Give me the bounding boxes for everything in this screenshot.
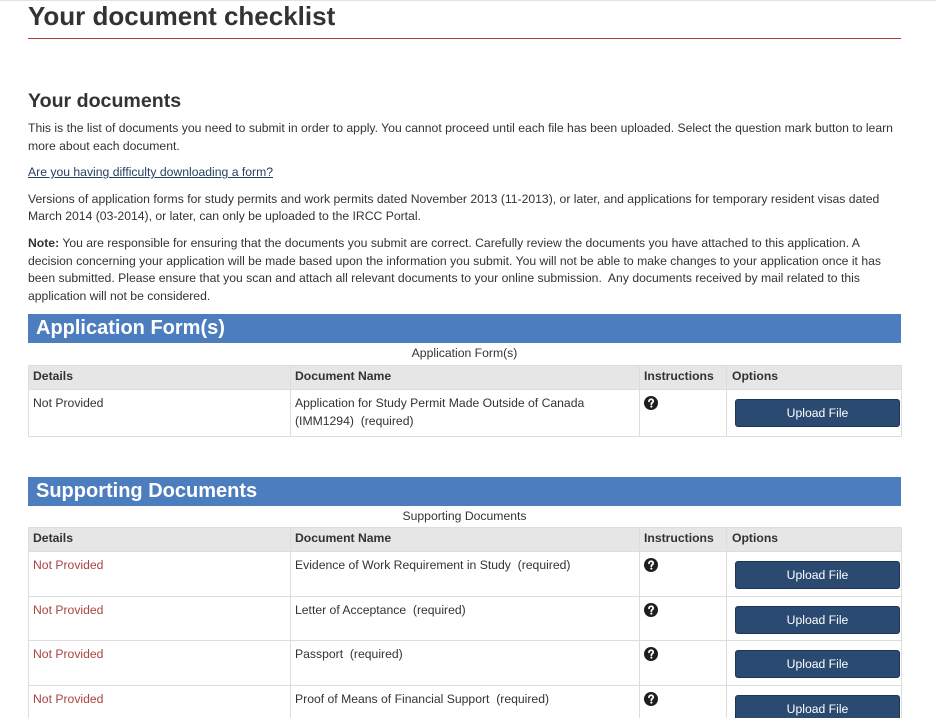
- document-row: Not Provided Application for Study Permi…: [28, 389, 902, 437]
- instructions-cell: [639, 389, 727, 437]
- details-cell: Not Provided: [28, 595, 291, 642]
- instructions-help-button[interactable]: [644, 396, 658, 411]
- upload-file-button[interactable]: Upload File: [735, 399, 900, 428]
- options-cell: Upload File: [726, 595, 902, 642]
- instructions-help-button[interactable]: [644, 602, 658, 617]
- question-circle-icon: [644, 602, 658, 617]
- question-circle-icon: [644, 691, 658, 706]
- document-name-cell: Application for Study Permit Made Outsid…: [290, 389, 640, 437]
- details-cell: Not Provided: [28, 684, 291, 718]
- question-circle-icon: [644, 396, 658, 411]
- table-header-row: Details Document Name Instructions Optio…: [28, 527, 902, 553]
- column-header-instructions: Instructions: [639, 365, 727, 391]
- document-name-cell: Passport (required): [290, 640, 640, 686]
- document-name: Application for Study Permit Made Outsid…: [295, 396, 588, 428]
- column-header-instructions: Instructions: [639, 527, 727, 553]
- table-header-row: Details Document Name Instructions Optio…: [28, 365, 902, 391]
- column-header-document-name: Document Name: [290, 365, 640, 391]
- instructions-cell: [639, 640, 727, 686]
- document-name: Passport (required): [295, 647, 403, 662]
- main-content: Your document checklist Your documents T…: [28, 1, 902, 718]
- upload-file-button[interactable]: Upload File: [735, 694, 900, 718]
- application-forms-section: Application Form(s) Application Form(s) …: [28, 314, 902, 437]
- intro-text: This is the list of documents you need t…: [28, 121, 893, 153]
- column-header-options: Options: [726, 365, 902, 391]
- status-text: Not Provided: [33, 558, 104, 573]
- instructions-help-button[interactable]: [644, 558, 658, 573]
- help-link-paragraph: Are you having difficulty downloading a …: [28, 164, 901, 182]
- table-caption: Supporting Documents: [402, 508, 527, 523]
- column-header-details: Details: [28, 365, 291, 391]
- options-cell: Upload File: [726, 684, 902, 718]
- document-row: Not Provided Passport (required) Upload …: [28, 640, 902, 686]
- document-row: Not Provided Proof of Means of Financial…: [28, 684, 902, 718]
- instructions-help-button[interactable]: [644, 691, 658, 706]
- note-label: Note:: [28, 235, 60, 250]
- document-checklist-page: Your document checklist Your documents T…: [0, 0, 936, 718]
- status-text: Not Provided: [33, 691, 104, 706]
- document-name-cell: Evidence of Work Requirement in Study (r…: [290, 551, 640, 597]
- column-header-document-name: Document Name: [290, 527, 640, 553]
- documents-heading: Your documents: [28, 90, 182, 112]
- documents-table: Details Document Name Instructions Optio…: [28, 365, 902, 437]
- details-cell: Not Provided: [28, 640, 291, 686]
- document-row: Not Provided Letter of Acceptance (requi…: [28, 595, 902, 642]
- instructions-help-button[interactable]: [644, 647, 658, 662]
- document-name: Letter of Acceptance (required): [295, 602, 466, 617]
- section-heading: Application Form(s): [28, 314, 901, 344]
- document-row: Not Provided Evidence of Work Requiremen…: [28, 551, 902, 597]
- document-name-cell: Letter of Acceptance (required): [290, 595, 640, 642]
- options-cell: Upload File: [726, 389, 902, 437]
- page-title: Your document checklist: [28, 1, 901, 39]
- upload-file-button[interactable]: Upload File: [735, 605, 900, 634]
- document-name: Evidence of Work Requirement in Study (r…: [295, 558, 571, 573]
- portal-versions-note: Versions of application forms for study …: [28, 191, 880, 224]
- details-cell: Not Provided: [28, 389, 291, 437]
- status-text: Not Provided: [33, 647, 104, 662]
- upload-file-button[interactable]: Upload File: [735, 561, 900, 590]
- details-cell: Not Provided: [28, 551, 291, 597]
- column-header-options: Options: [726, 527, 902, 553]
- column-header-details: Details: [28, 527, 291, 553]
- documents-table: Details Document Name Instructions Optio…: [28, 527, 902, 718]
- document-name-cell: Proof of Means of Financial Support (req…: [290, 684, 640, 718]
- supporting-documents-section: Supporting Documents Supporting Document…: [28, 476, 902, 718]
- section-heading: Supporting Documents: [28, 476, 901, 506]
- instructions-cell: [639, 684, 727, 718]
- instructions-cell: [639, 551, 727, 597]
- status-text: Not Provided: [33, 602, 104, 617]
- document-name: Proof of Means of Financial Support (req…: [295, 691, 550, 706]
- note-text: You are responsible for ensuring that th…: [28, 235, 885, 303]
- upload-file-button[interactable]: Upload File: [735, 650, 900, 679]
- form-download-help-link[interactable]: Are you having difficulty downloading a …: [28, 165, 273, 179]
- table-caption: Application Form(s): [411, 346, 518, 361]
- note-paragraph: Note: You are responsible for ensuring t…: [28, 235, 901, 305]
- instructions-cell: [639, 595, 727, 642]
- status-text: Not Provided: [33, 396, 104, 411]
- options-cell: Upload File: [726, 640, 902, 686]
- options-cell: Upload File: [726, 551, 902, 597]
- question-circle-icon: [644, 647, 658, 662]
- question-circle-icon: [644, 558, 658, 573]
